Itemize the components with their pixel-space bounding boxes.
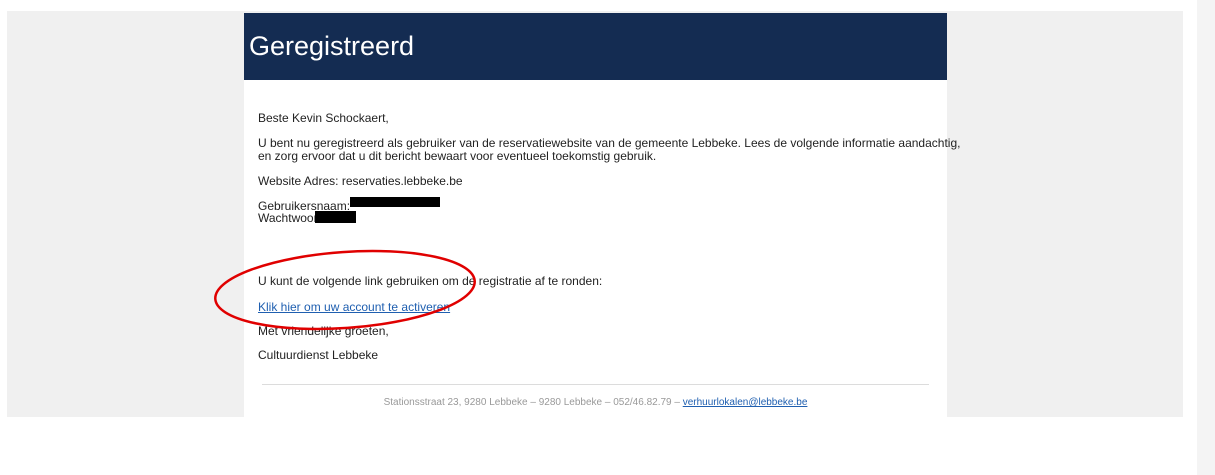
footer-divider <box>262 384 929 385</box>
closing: Met vriendelijke groeten, <box>258 324 389 338</box>
link-intro: U kunt de volgende link gebruiken om de … <box>258 274 603 288</box>
email-header: Geregistreerd <box>244 13 947 80</box>
website-address: Website Adres: reservaties.lebbeke.be <box>258 174 463 188</box>
scrollbar-track[interactable] <box>1197 0 1215 475</box>
email-card: Geregistreerd Beste Kevin Schockaert, U … <box>244 13 960 417</box>
intro-line-1: U bent nu geregistreerd als gebruiker va… <box>258 136 961 150</box>
redaction-password <box>315 211 356 223</box>
signature: Cultuurdienst Lebbeke <box>258 348 379 362</box>
activate-account-link[interactable]: Klik hier om uw account te activeren <box>258 300 450 314</box>
email-footer: Stationsstraat 23, 9280 Lebbeke – 9280 L… <box>244 397 947 408</box>
screenshot-stage: Geregistreerd Beste Kevin Schockaert, U … <box>0 0 1215 475</box>
footer-email-link[interactable]: verhuurlokalen@lebbeke.be <box>683 397 808 408</box>
intro-line-2: en zorg ervoor dat u dit bericht bewaart… <box>258 149 657 163</box>
redaction-username <box>350 197 440 207</box>
footer-address: Stationsstraat 23, 9280 Lebbeke – 9280 L… <box>383 397 680 408</box>
greeting: Beste Kevin Schockaert, <box>258 111 389 125</box>
email-title: Geregistreerd <box>249 31 415 61</box>
